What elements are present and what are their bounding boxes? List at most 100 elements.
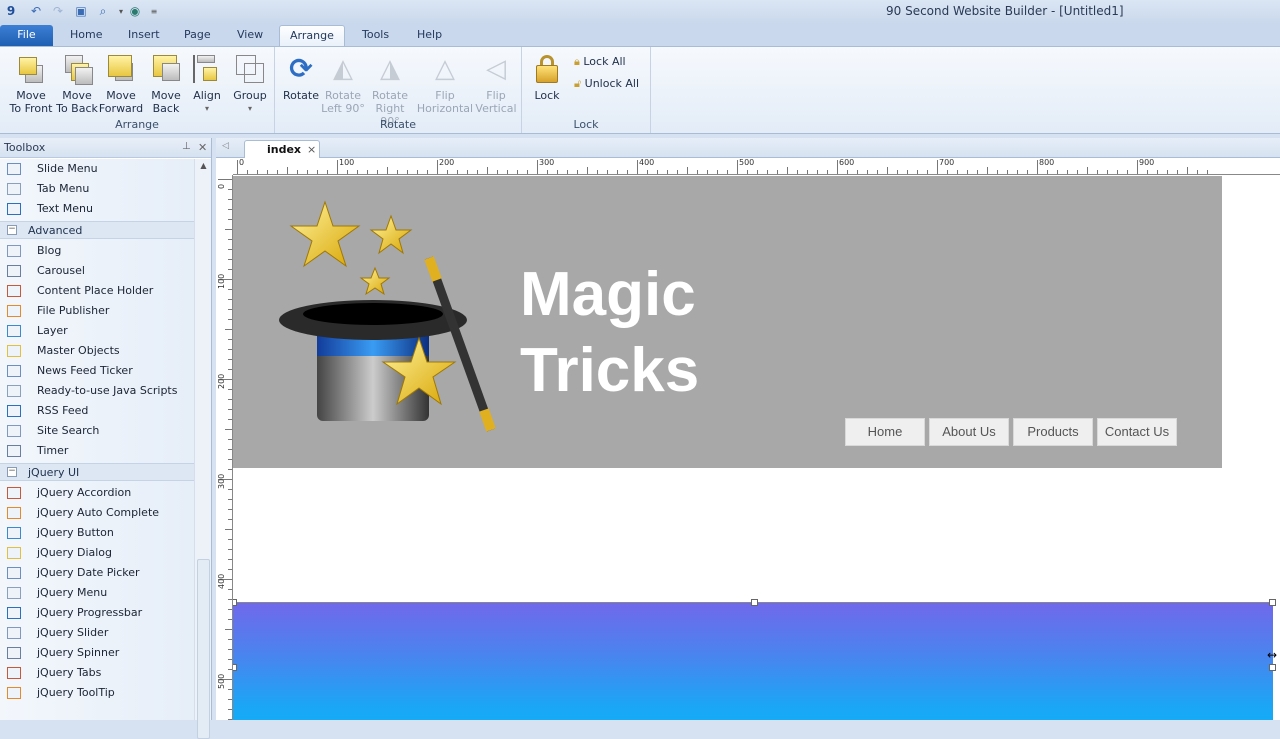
page-header[interactable]: Magic Tricks Home About Us Products Cont…: [233, 176, 1222, 468]
arrange-group-label: Arrange: [115, 118, 159, 131]
tab-tools[interactable]: Tools: [352, 25, 399, 46]
toolbox-item[interactable]: News Feed Ticker: [0, 361, 194, 381]
flip-vertical-button[interactable]: ◁ Flip Vertical: [473, 51, 519, 115]
toolbox-item[interactable]: jQuery Date Picker: [0, 563, 194, 583]
move-back-button[interactable]: Move Back: [144, 51, 188, 115]
toolbox-item[interactable]: Content Place Holder: [0, 281, 194, 301]
toolbox-item[interactable]: Text Menu: [0, 199, 194, 219]
toolbox-category[interactable]: − jQuery UI: [0, 463, 194, 481]
ruler-tick: [1197, 170, 1198, 174]
ruler-tick: [807, 170, 808, 174]
tab-file[interactable]: File: [0, 25, 53, 46]
nav-products-button[interactable]: Products: [1013, 418, 1093, 446]
toolbox-item[interactable]: Master Objects: [0, 341, 194, 361]
unlock-all-button[interactable]: 🔓︎ Unlock All: [574, 77, 639, 91]
toolbox-item-label: Layer: [37, 324, 68, 337]
toolbox-item[interactable]: Timer: [0, 441, 194, 461]
gradient-band-selected[interactable]: [233, 602, 1273, 720]
resize-handle-n[interactable]: [751, 599, 758, 606]
lock-all-button[interactable]: 🔒︎ Lock All: [574, 55, 626, 69]
ruler-tick: [757, 170, 758, 174]
customize-icon[interactable]: ≡: [146, 3, 162, 19]
resize-handle-e[interactable]: [1269, 664, 1276, 671]
toolbox-item[interactable]: jQuery Button: [0, 523, 194, 543]
collapse-icon[interactable]: −: [7, 225, 17, 235]
toolbox-item[interactable]: jQuery Tabs: [0, 663, 194, 683]
nav-about-button[interactable]: About Us: [929, 418, 1009, 446]
rotate-left-button[interactable]: ◭ Rotate Left 90°: [321, 51, 365, 115]
ruler-tick: [777, 170, 778, 174]
move-forward-button[interactable]: Move Forward: [98, 51, 144, 115]
publish-icon[interactable]: ◉: [127, 3, 143, 19]
ruler-tick: [228, 349, 232, 350]
close-tab-icon[interactable]: ×: [307, 143, 316, 156]
toolbox-item[interactable]: jQuery Auto Complete: [0, 503, 194, 523]
toolbox-item[interactable]: jQuery Accordion: [0, 483, 194, 503]
tab-insert[interactable]: Insert: [118, 25, 170, 46]
tab-scroll-left-icon[interactable]: ◁: [222, 141, 229, 151]
toolbox-scrollbar[interactable]: ▲: [194, 159, 211, 739]
rotate-right-button[interactable]: ◮ Rotate Right 90°: [365, 51, 415, 128]
nav-contact-button[interactable]: Contact Us: [1097, 418, 1177, 446]
toolbox-item[interactable]: RSS Feed: [0, 401, 194, 421]
toolbox-item[interactable]: Site Search: [0, 421, 194, 441]
tab-help[interactable]: Help: [407, 25, 452, 46]
tab-arrange[interactable]: Arrange: [279, 25, 345, 46]
tab-index[interactable]: index ×: [244, 140, 320, 158]
ruler-tick: [1037, 160, 1038, 174]
group-button[interactable]: Group ▾: [230, 51, 270, 115]
redo-icon[interactable]: ↷: [50, 3, 66, 19]
pin-icon[interactable]: ⊥: [182, 141, 191, 152]
toolbox-item[interactable]: jQuery Slider: [0, 623, 194, 643]
toolbox-item[interactable]: Slide Menu: [0, 159, 194, 179]
toolbox-item[interactable]: Carousel: [0, 261, 194, 281]
toolbox-item[interactable]: jQuery Dialog: [0, 543, 194, 563]
arrange-group: Move To Front Move To Back Move Forward Mov…: [0, 47, 275, 133]
undo-icon[interactable]: ↶: [28, 3, 44, 19]
toolbox-item[interactable]: jQuery Menu: [0, 583, 194, 603]
tab-view[interactable]: View: [227, 25, 273, 46]
scroll-up-icon[interactable]: ▲: [197, 161, 210, 174]
toolbox-item[interactable]: File Publisher: [0, 301, 194, 321]
resize-handle-nw[interactable]: [233, 599, 237, 606]
ruler-tick: [228, 539, 232, 540]
toolbox-item-label: jQuery Dialog: [37, 546, 113, 559]
ruler-tick: [747, 170, 748, 174]
rotate-button[interactable]: ⟳ Rotate: [281, 51, 321, 103]
toolbox-item-icon: [7, 385, 21, 397]
lock-button[interactable]: Lock: [530, 51, 564, 102]
flip-horizontal-button[interactable]: △ Flip Horizontal: [415, 51, 475, 115]
toolbox-item[interactable]: jQuery Progressbar: [0, 603, 194, 623]
align-button[interactable]: Align ▾: [188, 51, 226, 115]
move-to-front-button[interactable]: Move To Front: [8, 51, 54, 115]
ruler-label: 100: [339, 158, 355, 167]
ruler-tick: [637, 160, 638, 174]
ruler-tick: [417, 170, 418, 174]
ruler-tick: [228, 449, 232, 450]
save-icon[interactable]: ▣: [73, 3, 89, 19]
toolbox-category[interactable]: − Advanced: [0, 221, 194, 239]
toolbox-item[interactable]: Tab Menu: [0, 179, 194, 199]
page-canvas[interactable]: Magic Tricks Home About Us Products Cont…: [233, 176, 1280, 720]
toolbox-item[interactable]: jQuery ToolTip: [0, 683, 194, 703]
toolbox-item[interactable]: Ready-to-use Java Scripts: [0, 381, 194, 401]
toolbox-item[interactable]: Layer: [0, 321, 194, 341]
tab-page[interactable]: Page: [174, 25, 221, 46]
resize-handle-ne[interactable]: [1269, 599, 1276, 606]
nav-home-button[interactable]: Home: [845, 418, 925, 446]
toolbox-item[interactable]: Blog: [0, 241, 194, 261]
toolbox-item[interactable]: jQuery Spinner: [0, 643, 194, 663]
collapse-icon[interactable]: −: [7, 467, 17, 477]
ruler-tick: [228, 419, 232, 420]
tab-home[interactable]: Home: [60, 25, 112, 46]
close-icon[interactable]: ✕: [198, 141, 207, 154]
move-to-back-button[interactable]: Move To Back: [54, 51, 100, 115]
scroll-thumb[interactable]: [197, 559, 210, 739]
app-icon[interactable]: 9: [3, 3, 19, 19]
ruler-tick: [228, 269, 232, 270]
preview-icon[interactable]: ⌕: [95, 3, 111, 19]
ruler-tick: [287, 167, 288, 174]
resize-handle-w[interactable]: [233, 664, 237, 671]
ruler-tick: [228, 199, 232, 200]
ruler-tick: [867, 170, 868, 174]
